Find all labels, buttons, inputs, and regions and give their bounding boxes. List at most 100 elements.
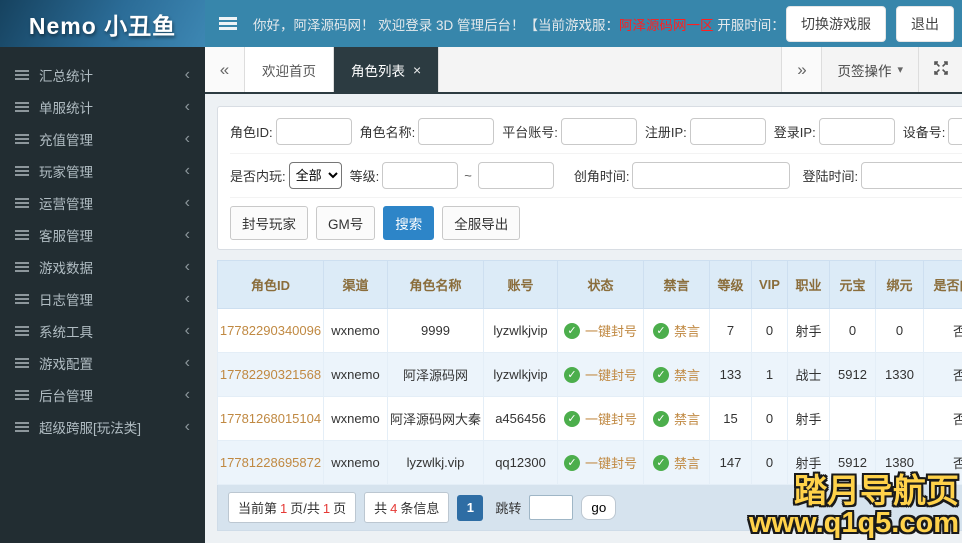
table-row: 17782290321568 wxnemo 阿泽源码网 lyzwlkjvip ✓…: [217, 352, 962, 397]
cell-role-id[interactable]: 17782290321568: [217, 352, 324, 397]
expand-icon: [933, 60, 949, 79]
cell-mute: ✓ 禁言: [643, 396, 710, 441]
login-ip-label: 登录IP:: [773, 124, 816, 140]
one-click-ban-button[interactable]: ✓ 一键封号: [563, 409, 637, 428]
sidebar-item-customer-service[interactable]: 客服管理 ‹: [0, 219, 205, 251]
sidebar-item-system-tools[interactable]: 系统工具 ‹: [0, 315, 205, 347]
page-info-button: 当前第 1 页/共 1 页: [228, 492, 357, 523]
login-time-input[interactable]: [861, 162, 962, 189]
logout-button[interactable]: 退出: [896, 5, 954, 42]
sidebar-item-single-server-stats[interactable]: 单服统计 ‹: [0, 91, 205, 123]
create-time-input[interactable]: [632, 162, 791, 189]
sidebar-item-game-data[interactable]: 游戏数据 ‹: [0, 251, 205, 283]
ban-label: 一键封号: [584, 324, 637, 339]
header-job: 职业: [787, 260, 830, 309]
tabs-scroll-left-button[interactable]: «: [205, 47, 245, 92]
tab-operations-dropdown[interactable]: 页签操作 ▾: [821, 47, 918, 92]
cell-channel: wxnemo: [323, 308, 388, 353]
table-row: 17782290340096 wxnemo 9999 lyzwlkjvip ✓ 一…: [217, 308, 962, 353]
gm-account-button[interactable]: GM号: [316, 205, 376, 240]
chevron-left-icon: ‹: [184, 194, 190, 211]
device-id-label: 设备号:: [902, 124, 946, 140]
fullscreen-button[interactable]: [918, 47, 962, 92]
main-area: « 欢迎首页 角色列表 × » 页签操作 ▾ 角色ID: 角色名称: 平台账号:…: [205, 47, 962, 543]
internal-play-label: 是否内玩:: [230, 169, 286, 184]
tab-welcome-home[interactable]: 欢迎首页: [245, 47, 334, 92]
check-icon: ✓: [563, 454, 580, 471]
page-1-button[interactable]: 1: [457, 494, 484, 521]
role-id-input[interactable]: [275, 117, 352, 145]
jump-page-input[interactable]: [529, 495, 574, 520]
cell-status: ✓ 一键封号: [557, 440, 644, 485]
level-max-input[interactable]: [477, 162, 554, 189]
sidebar-item-backend-mgmt[interactable]: 后台管理 ‹: [0, 379, 205, 411]
export-all-button[interactable]: 全服导出: [442, 205, 521, 240]
cell-vip: 0: [751, 308, 788, 353]
tab-role-list[interactable]: 角色列表 ×: [334, 47, 440, 92]
cell-role-id[interactable]: 17781228695872: [217, 440, 324, 485]
sidebar-item-label: 玩家管理: [39, 165, 93, 180]
sidebar-item-operations-mgmt[interactable]: 运营管理 ‹: [0, 187, 205, 219]
close-icon[interactable]: ×: [413, 62, 421, 78]
platform-account-input[interactable]: [560, 117, 637, 145]
cell-vip: 0: [751, 440, 788, 485]
sidebar-item-label: 后台管理: [39, 389, 93, 404]
page-info-text: 页/共: [290, 501, 320, 516]
sidebar-item-label: 单服统计: [39, 101, 93, 116]
mute-button[interactable]: ✓ 禁言: [652, 365, 700, 384]
one-click-ban-button[interactable]: ✓ 一键封号: [563, 453, 637, 472]
cell-internal: 否: [923, 352, 962, 397]
sidebar-item-log-mgmt[interactable]: 日志管理 ‹: [0, 283, 205, 315]
switch-server-button[interactable]: 切换游戏服: [786, 5, 886, 42]
go-button[interactable]: go: [581, 495, 617, 520]
tabs-scroll-right-button[interactable]: »: [781, 47, 822, 92]
cell-yuanbao: [829, 396, 876, 441]
search-button[interactable]: 搜索: [383, 205, 435, 240]
search-form-row-1: 角色ID: 角色名称: 平台账号: 注册IP: 登录IP: 设备号:: [230, 109, 962, 153]
mute-button[interactable]: ✓ 禁言: [652, 321, 700, 340]
login-ip-input[interactable]: [818, 117, 895, 145]
chevron-left-icon: ‹: [184, 226, 190, 243]
cell-account: lyzwlkjvip: [483, 352, 558, 397]
cell-internal: 否: [923, 308, 962, 353]
menu-bars-icon: [15, 230, 29, 240]
mute-button[interactable]: ✓ 禁言: [652, 453, 700, 472]
menu-bars-icon: [15, 166, 29, 176]
cell-internal: 否: [923, 396, 962, 441]
mute-button[interactable]: ✓ 禁言: [652, 409, 700, 428]
banned-players-button[interactable]: 封号玩家: [230, 205, 308, 240]
app-logo: Nemo 小丑鱼: [0, 0, 205, 47]
cell-role-id[interactable]: 17782290340096: [217, 308, 324, 353]
chevron-left-icon: ‹: [184, 130, 190, 147]
chevron-left-icon: ‹: [184, 418, 190, 435]
sidebar-item-recharge-mgmt[interactable]: 充值管理 ‹: [0, 123, 205, 155]
chevron-left-icon: ‹: [184, 290, 190, 307]
one-click-ban-button[interactable]: ✓ 一键封号: [563, 365, 637, 384]
level-min-input[interactable]: [382, 162, 459, 189]
sidebar-item-label: 游戏数据: [39, 261, 93, 276]
tab-spacer: [439, 47, 781, 92]
ban-label: 一键封号: [584, 412, 637, 427]
internal-play-select[interactable]: 全部: [288, 162, 342, 189]
cell-level: 7: [709, 308, 752, 353]
table-row: 17781228695872 wxnemo lyzwlkj.vip qq1230…: [217, 440, 962, 485]
header-yuanbao: 元宝: [829, 260, 876, 309]
chevron-left-icon: ‹: [184, 162, 190, 179]
main-layout: 汇总统计 ‹ 单服统计 ‹ 充值管理 ‹ 玩家管理 ‹ 运营管理 ‹ 客服管理 ‹ 游戏数据…: [0, 47, 962, 543]
sidebar-item-summary-stats[interactable]: 汇总统计 ‹: [0, 59, 205, 91]
device-id-input[interactable]: [948, 117, 962, 145]
sidebar-toggle-icon[interactable]: [219, 17, 237, 30]
cell-level: 15: [709, 396, 752, 441]
one-click-ban-button[interactable]: ✓ 一键封号: [563, 321, 637, 340]
cell-role-id[interactable]: 17781268015104: [217, 396, 324, 441]
sidebar-item-super-crossserver[interactable]: 超级跨服[玩法类] ‹: [0, 411, 205, 443]
header-channel: 渠道: [323, 260, 388, 309]
sidebar-item-label: 日志管理: [39, 293, 93, 308]
role-name-input[interactable]: [418, 117, 495, 145]
cell-channel: wxnemo: [323, 396, 388, 441]
sidebar-item-game-config[interactable]: 游戏配置 ‹: [0, 347, 205, 379]
sidebar-item-player-mgmt[interactable]: 玩家管理 ‹: [0, 155, 205, 187]
cell-role-name: lyzwlkj.vip: [387, 440, 484, 485]
register-ip-input[interactable]: [689, 117, 766, 145]
cell-level: 133: [709, 352, 752, 397]
